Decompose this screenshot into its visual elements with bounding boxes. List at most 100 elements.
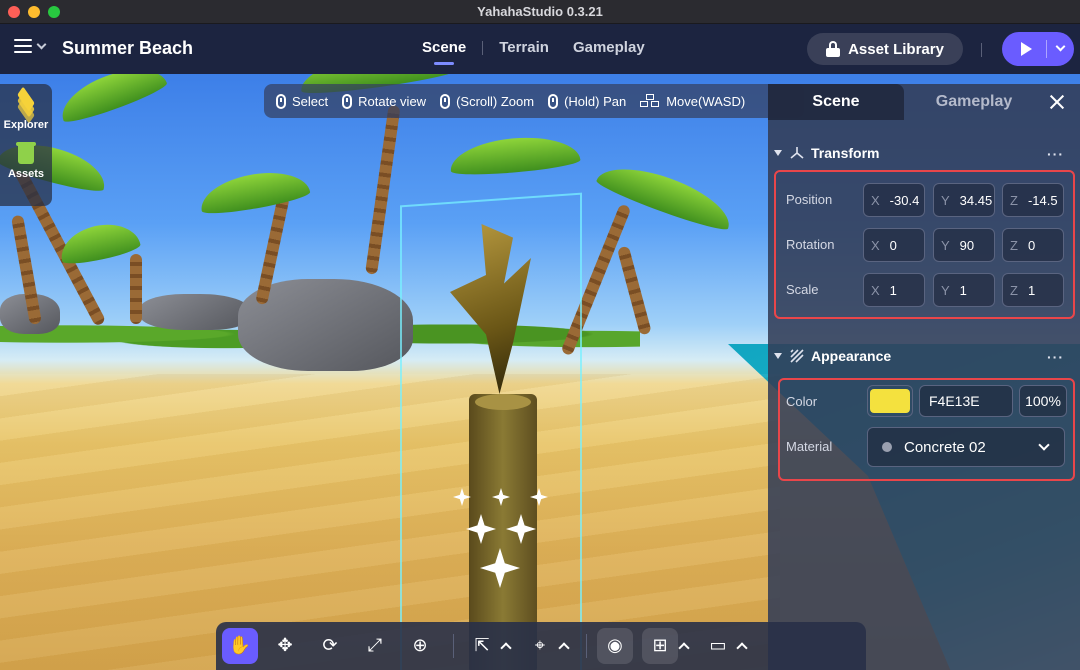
assets-button[interactable]: Assets	[8, 141, 44, 180]
layers-icon	[14, 86, 38, 124]
hint-pan: (Hold) Pan	[548, 93, 626, 109]
rotation-z-input[interactable]: Z0	[1002, 228, 1064, 262]
rotation-x-input[interactable]: X0	[863, 228, 925, 262]
rotation-y-input[interactable]: Y 90	[933, 228, 995, 262]
project-title: Summer Beach	[62, 38, 194, 58]
window-title: YahahaStudio 0.3.21	[477, 4, 603, 19]
tab-gameplay[interactable]: Gameplay	[561, 39, 657, 56]
material-label: Material	[786, 439, 833, 454]
camera-button[interactable]: ▭	[700, 628, 736, 664]
lock-icon	[826, 41, 841, 57]
window-controls	[8, 6, 60, 18]
position-row: Position X -30.4 Y 34.45 Z -14.5	[786, 183, 1076, 217]
transform-title: Transform	[811, 145, 880, 161]
snap-icon: ⌖	[534, 635, 546, 656]
rotation-label: Rotation	[786, 237, 835, 252]
mouse-right-icon	[342, 93, 353, 109]
minimize-window-button[interactable]	[28, 6, 40, 18]
material-select[interactable]: Concrete 02	[867, 427, 1065, 467]
play-options-chevron-icon[interactable]	[1055, 41, 1066, 52]
explorer-button[interactable]: Explorer	[3, 86, 49, 131]
window-titlebar: YahahaStudio 0.3.21	[0, 0, 1080, 24]
scale-z-input[interactable]: Z1	[1002, 273, 1064, 307]
pivot-options-chevron-icon[interactable]	[500, 642, 512, 654]
hamburger-icon	[14, 39, 32, 53]
color-label: Color	[786, 394, 818, 409]
bottom-toolbar: ✋ ✥ ⟳ ⤢ ⊕ ⇱ ⌖ ◉ ⊞ ▭	[216, 622, 866, 670]
rotate-tool-button[interactable]: ⟳	[312, 628, 348, 664]
scale-tool-button[interactable]: ⤢	[357, 628, 393, 664]
grid-options-chevron-icon[interactable]	[678, 642, 690, 654]
chevron-down-icon	[1038, 439, 1050, 451]
palm-trunk	[130, 254, 142, 324]
pivot-icon: ⇱	[474, 635, 490, 656]
color-opacity-input[interactable]: 100%	[1019, 385, 1067, 417]
transform-more-icon[interactable]: ···	[1047, 146, 1064, 162]
move-tool-button[interactable]: ✥	[267, 628, 303, 664]
snap-options-chevron-icon[interactable]	[558, 642, 570, 654]
material-dot-icon	[882, 442, 892, 452]
main-menu-button[interactable]	[14, 39, 47, 53]
hint-rotate-view: Rotate view	[342, 93, 426, 109]
palm-frond	[56, 217, 142, 268]
grid-view-button[interactable]: ⊞	[642, 628, 678, 664]
app-header: Summer Beach Scene Terrain Gameplay Asse…	[0, 24, 1080, 74]
palm-frond	[54, 74, 170, 127]
transform-icon	[790, 147, 804, 159]
scale-y-input[interactable]: Y1	[933, 273, 995, 307]
position-x-input[interactable]: X -30.4	[863, 183, 925, 217]
explorer-label: Explorer	[3, 119, 49, 131]
transform-section-header[interactable]: Transform ···	[768, 141, 1080, 165]
color-hex-input[interactable]: F4E13E	[919, 385, 1013, 417]
position-z-input[interactable]: Z -14.5	[1002, 183, 1064, 217]
pivot-button[interactable]: ⇱	[464, 628, 500, 664]
hand-tool-button[interactable]: ✋	[222, 628, 258, 664]
scale-label: Scale	[786, 282, 819, 297]
properties-panel: Scene Gameplay Transform ··· Position X-…	[768, 84, 1080, 670]
collapse-triangle-icon[interactable]	[774, 150, 782, 156]
assets-label: Assets	[7, 168, 45, 180]
camera-options-chevron-icon[interactable]	[736, 642, 748, 654]
tab-terrain[interactable]: Terrain	[487, 39, 561, 56]
scale-x-input[interactable]: X1	[863, 273, 925, 307]
mode-tabs: Scene Terrain Gameplay	[410, 39, 657, 65]
mouse-scroll-icon	[440, 93, 451, 109]
color-swatch-button[interactable]	[867, 385, 913, 417]
controls-hint-bar: Select Rotate view (Scroll) Zoom (Hold) …	[264, 84, 804, 118]
asset-library-button[interactable]: Asset Library	[807, 33, 963, 65]
appearance-stripes-icon	[790, 349, 804, 363]
tab-scene[interactable]: Scene	[410, 39, 478, 65]
crosshair-icon: ⊕	[412, 635, 428, 656]
panel-tab-gameplay[interactable]: Gameplay	[904, 84, 1044, 120]
close-window-button[interactable]	[8, 6, 20, 18]
transform-tool-button[interactable]: ⊕	[402, 628, 438, 664]
appearance-more-icon[interactable]: ···	[1047, 349, 1064, 365]
rotation-row: Rotation X0 Y 90 Z0	[786, 228, 1076, 262]
color-swatch	[870, 389, 910, 413]
mouse-middle-icon	[548, 93, 559, 109]
appearance-section-header[interactable]: Appearance ···	[768, 344, 1080, 368]
rock	[140, 294, 250, 330]
grid-icon: ⊞	[652, 635, 668, 656]
assets-bin-icon	[15, 141, 37, 165]
left-dock: Explorer Assets	[0, 84, 52, 206]
position-y-input[interactable]: Y 34.45	[933, 183, 995, 217]
hand-icon: ✋	[228, 635, 252, 656]
hint-select: Select	[276, 93, 328, 109]
header-divider	[981, 43, 982, 57]
scale-row: Scale X1 Y1 Z1	[786, 273, 1076, 307]
close-panel-icon[interactable]	[1048, 93, 1066, 111]
material-row: Material Concrete 02	[786, 427, 1076, 467]
tab-divider	[482, 40, 484, 55]
move-arrows-icon: ✥	[277, 635, 293, 656]
collapse-triangle-icon[interactable]	[774, 353, 782, 359]
play-button[interactable]	[1002, 32, 1074, 66]
snap-button[interactable]: ⌖	[522, 628, 558, 664]
play-icon	[1021, 42, 1032, 56]
panel-tab-scene[interactable]: Scene	[768, 84, 904, 120]
palm-trunk	[365, 104, 401, 275]
zoom-window-button[interactable]	[48, 6, 60, 18]
palm-frond	[448, 132, 581, 178]
play-mode-button[interactable]: ◉	[597, 628, 633, 664]
panel-tabs: Scene Gameplay	[768, 84, 1080, 120]
